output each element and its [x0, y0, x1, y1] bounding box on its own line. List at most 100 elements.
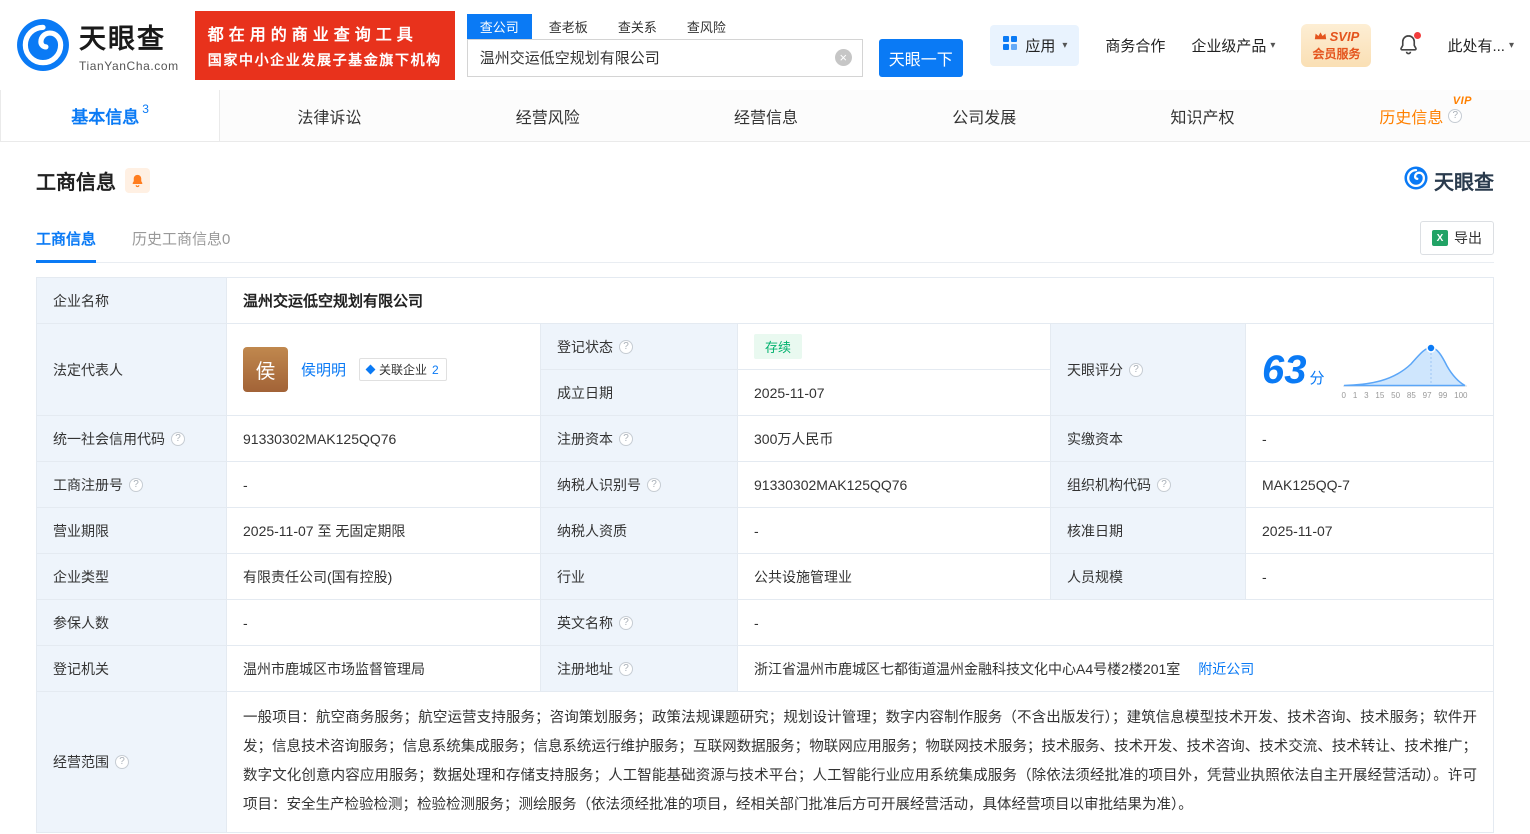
search-tab-risk[interactable]: 查风险 [674, 14, 739, 39]
svip-title: SVIP [1329, 28, 1360, 44]
brand-swirl-icon [1404, 166, 1428, 195]
tab-business-info[interactable]: 经营信息 [657, 90, 875, 141]
slogan-line1: 都在用的商业查询工具 [207, 26, 418, 44]
subtab-business-info[interactable]: 工商信息 [36, 228, 97, 263]
score-number: 63 [1262, 347, 1307, 392]
business-cooperation-link[interactable]: 商务合作 [1105, 35, 1165, 56]
field-value-english-name: - [737, 599, 1494, 646]
search-button[interactable]: 天眼一下 [878, 38, 963, 77]
subtab-history-business-info[interactable]: 历史工商信息0 [132, 228, 230, 262]
help-icon[interactable]: ? [1129, 362, 1143, 377]
table-row: 登记机关 温州市鹿城区市场监督管理局 注册地址 ? 浙江省温州市鹿城区七都街道温… [36, 645, 1494, 692]
related-companies-icon [365, 364, 376, 375]
help-icon[interactable]: ? [171, 431, 185, 446]
table-row: 营业期限 2025-11-07 至 无固定期限 纳税人资质 - 核准日期 202… [36, 507, 1494, 554]
field-label-taxpayer-quality: 纳税人资质 [540, 507, 738, 554]
help-icon[interactable]: ? [129, 477, 143, 492]
field-label-staff-size: 人员规模 [1050, 553, 1246, 600]
tab-legal-proceedings[interactable]: 法律诉讼 [220, 90, 438, 141]
field-label-legal-representative: 法定代表人 [36, 323, 227, 416]
related-companies-badge[interactable]: 关联企业 2 [359, 358, 447, 381]
help-icon[interactable]: ? [619, 431, 633, 446]
chevron-down-icon: ▾ [1270, 39, 1276, 51]
top-menu: 应用 ▾ 商务合作 企业级产品 ▾ SVIP 会员服务 此处有... ▾ [990, 23, 1514, 67]
nearby-companies-link[interactable]: 附近公司 [1198, 659, 1254, 679]
slogan-line2: 国家中小企业发展子基金旗下机构 [207, 51, 442, 68]
logo-subtitle: TianYanCha.com [79, 59, 179, 73]
field-label-company-name: 企业名称 [36, 277, 227, 324]
search-area: 查公司 查老板 查关系 查风险 × 天眼一下 [466, 13, 963, 77]
search-input[interactable] [467, 39, 862, 76]
tab-basic-info-count: 3 [142, 101, 149, 116]
help-icon[interactable]: ? [619, 661, 633, 676]
field-label-paid-capital: 实缴资本 [1050, 415, 1246, 462]
company-nav-tabs: 基本信息 3 法律诉讼 经营风险 经营信息 公司发展 知识产权 VIP 历史信息… [0, 90, 1530, 142]
field-label-industry: 行业 [540, 553, 738, 600]
field-value-credit-code: 91330302MAK125QQ76 [226, 415, 541, 462]
field-label-business-term: 营业期限 [36, 507, 227, 554]
tab-intellectual-property[interactable]: 知识产权 [1093, 90, 1311, 141]
tab-company-development[interactable]: 公司发展 [875, 90, 1093, 141]
status-badge: 存续 [754, 334, 803, 359]
tab-history-info[interactable]: VIP 历史信息 ? [1312, 90, 1530, 141]
field-label-insured-count: 参保人数 [36, 599, 227, 646]
field-label-registered-address: 注册地址 ? [540, 645, 738, 692]
help-icon[interactable]: ? [647, 477, 661, 492]
field-value-company-name: 温州交运低空规划有限公司 [226, 277, 1494, 324]
field-label-business-scope: 经营范围 ? [36, 691, 227, 833]
field-label-credit-code: 统一社会信用代码 ? [36, 415, 227, 462]
field-value-staff-size: - [1245, 553, 1494, 600]
svip-subtitle: 会员服务 [1312, 46, 1361, 61]
field-label-org-code: 组织机构代码 ? [1050, 461, 1246, 508]
field-label-company-type: 企业类型 [36, 553, 227, 600]
field-value-insured-count: - [226, 599, 541, 646]
tianyancha-logo[interactable]: 天眼查 TianYanCha.com [16, 17, 179, 73]
help-icon[interactable]: ? [1448, 108, 1463, 123]
tab-operating-risk[interactable]: 经营风险 [439, 90, 657, 141]
legal-rep-name-link[interactable]: 侯明明 [301, 359, 346, 380]
legal-rep-avatar[interactable]: 侯 [243, 347, 288, 392]
help-icon[interactable]: ? [1157, 477, 1171, 492]
field-label-tianyan-score: 天眼评分 ? [1050, 323, 1246, 416]
search-tab-boss[interactable]: 查老板 [536, 14, 601, 39]
field-value-business-scope: 一般项目：航空商务服务；航空运营支持服务；咨询策划服务；政策法规课题研究；规划设… [226, 691, 1494, 833]
field-label-taxpayer-id: 纳税人识别号 ? [540, 461, 738, 508]
chevron-down-icon: ▾ [1508, 39, 1514, 51]
notifications-bell[interactable] [1397, 32, 1422, 57]
chevron-down-icon: ▾ [1062, 39, 1068, 51]
search-tab-company[interactable]: 查公司 [466, 13, 532, 39]
field-value-taxpayer-quality: - [737, 507, 1051, 554]
field-value-approval-date: 2025-11-07 [1245, 507, 1494, 554]
business-info-table: 企业名称 温州交运低空规划有限公司 法定代表人 侯 侯明明 关联企业 2 登记状… [36, 277, 1494, 833]
field-label-approval-date: 核准日期 [1050, 507, 1246, 554]
field-label-registration-authority: 登记机关 [36, 645, 227, 692]
table-row: 统一社会信用代码 ? 91330302MAK125QQ76 注册资本 ? 300… [36, 415, 1494, 462]
search-tab-relation[interactable]: 查关系 [605, 14, 670, 39]
help-icon[interactable]: ? [619, 615, 633, 630]
main-content: 工商信息 天眼查 工商信息 历史工商信息0 X 导出 企业名称 温州交运低空规划… [0, 166, 1530, 833]
field-value-industry: 公共设施管理业 [737, 553, 1051, 600]
svip-membership-badge[interactable]: SVIP 会员服务 [1301, 23, 1372, 67]
score-unit: 分 [1309, 369, 1325, 387]
enterprise-products-menu[interactable]: 企业级产品 ▾ [1191, 35, 1275, 56]
apps-label: 应用 [1025, 37, 1056, 55]
field-value-registered-address: 浙江省温州市鹿城区七都街道温州金融科技文化中心A4号楼2楼201室 附近公司 [737, 645, 1494, 692]
apps-menu[interactable]: 应用 ▾ [990, 24, 1080, 66]
field-label-establish-date: 成立日期 [540, 369, 738, 416]
score-distribution-chart: 0 1 3 15 50 85 97 99 100 [1341, 340, 1469, 400]
slogan-banner: 都在用的商业查询工具 国家中小企业发展子基金旗下机构 [194, 10, 455, 80]
field-value-legal-representative: 侯 侯明明 关联企业 2 [226, 323, 541, 416]
tab-basic-info[interactable]: 基本信息 3 [0, 90, 221, 141]
clear-icon[interactable]: × [834, 49, 852, 66]
score-axis-labels: 0 1 3 15 50 85 97 99 100 [1341, 390, 1468, 400]
monitor-bell-icon[interactable] [125, 168, 150, 193]
export-button[interactable]: X 导出 [1420, 221, 1494, 255]
apps-grid-icon [1002, 35, 1018, 55]
vip-flag: VIP [1452, 95, 1472, 107]
more-menu[interactable]: 此处有... ▾ [1447, 35, 1514, 56]
field-label-registered-capital: 注册资本 ? [540, 415, 738, 462]
help-icon[interactable]: ? [619, 339, 633, 354]
field-value-registration-number: - [226, 461, 541, 508]
business-info-subtabs: 工商信息 历史工商信息0 X 导出 [36, 221, 1494, 263]
help-icon[interactable]: ? [115, 755, 129, 769]
